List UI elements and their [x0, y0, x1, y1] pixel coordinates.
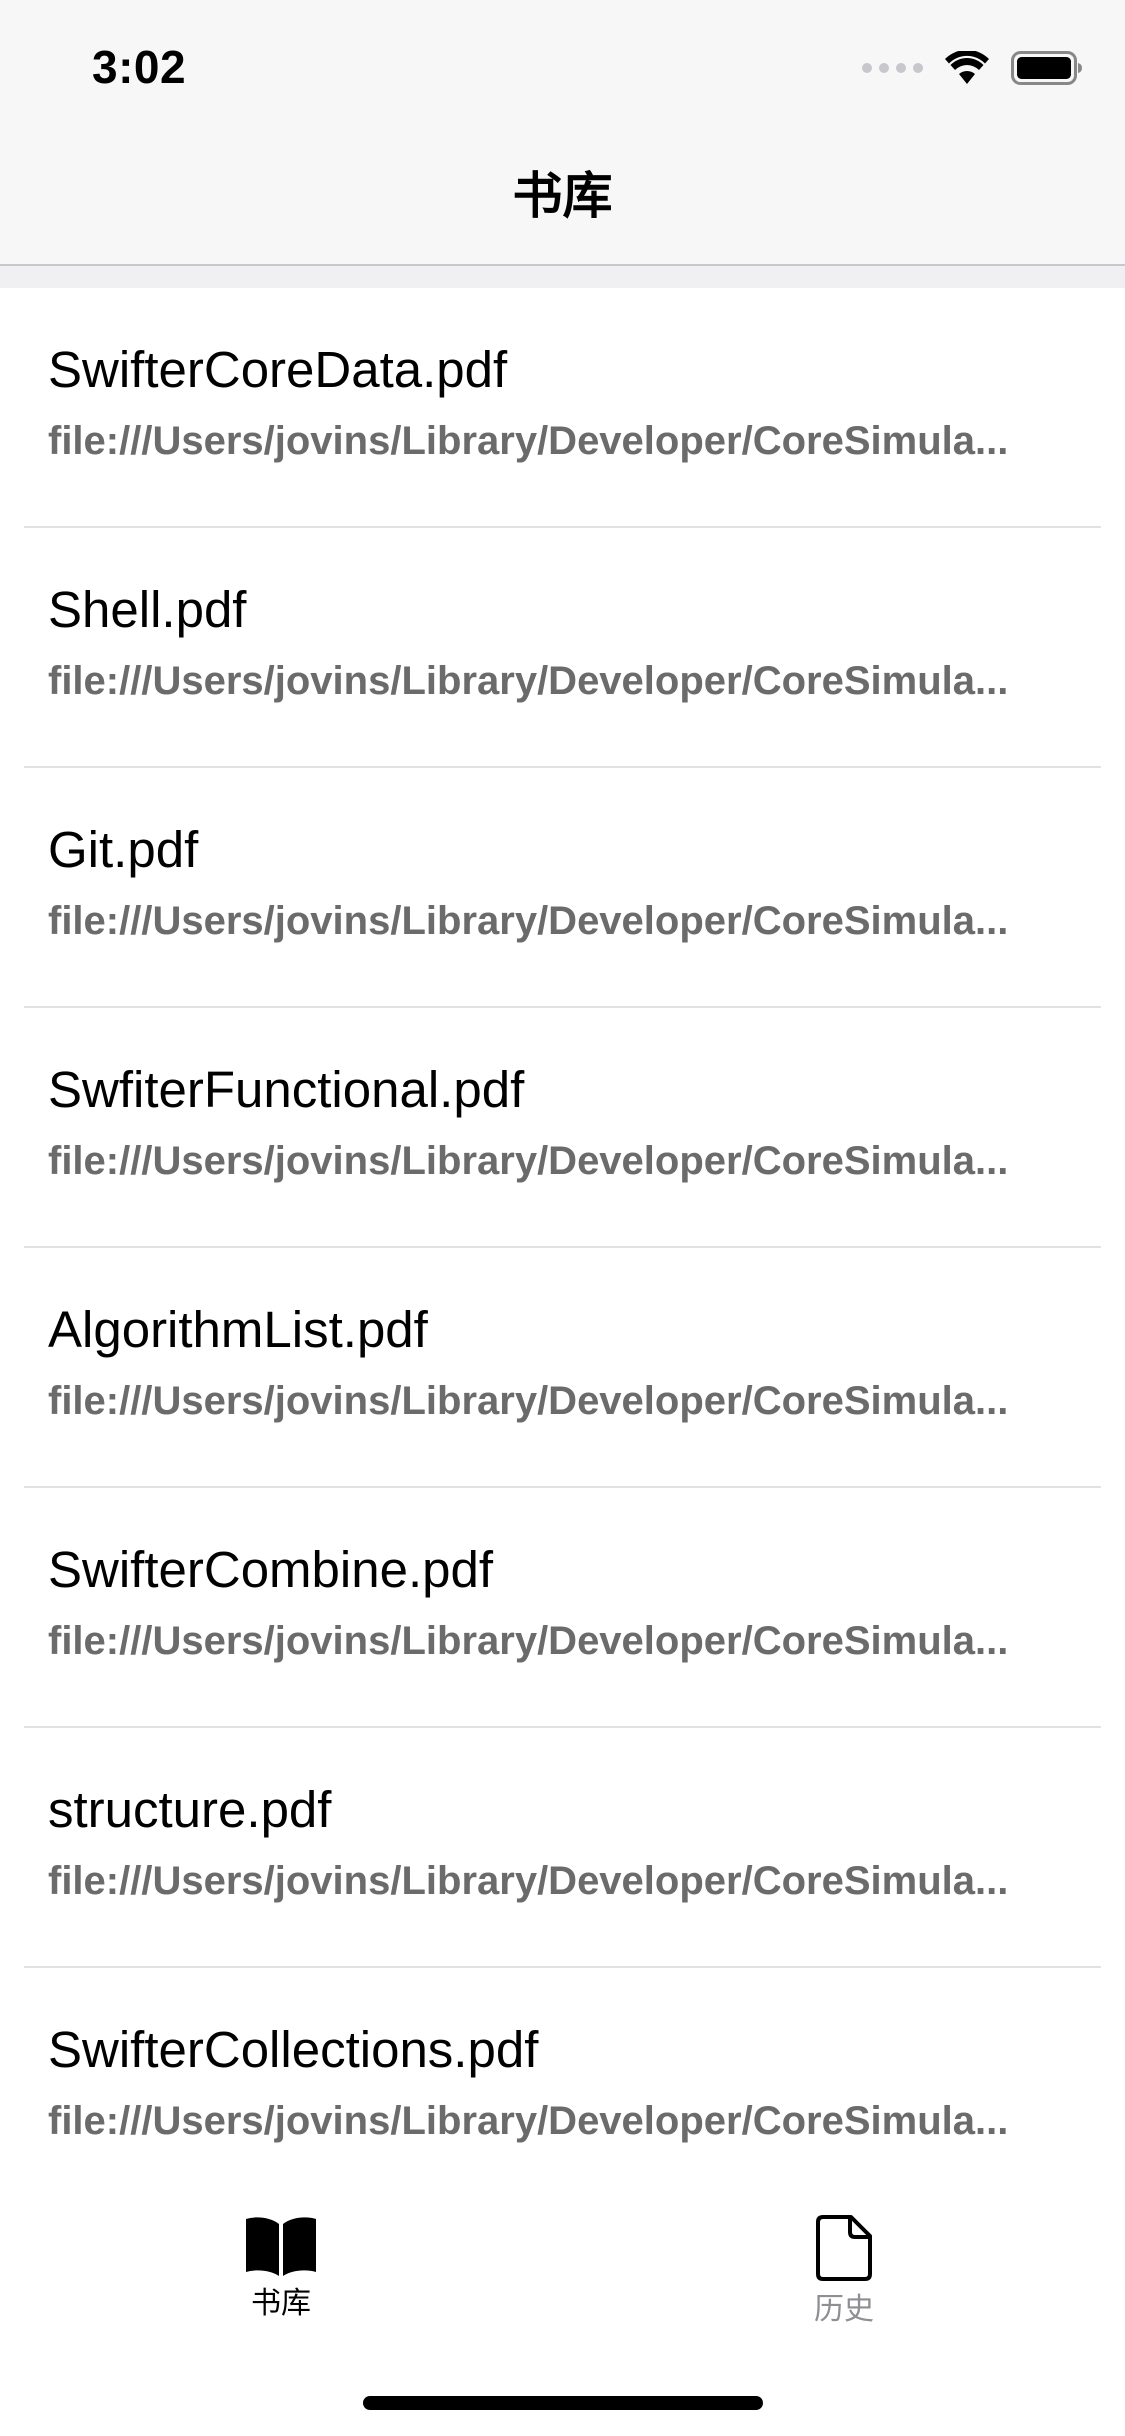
section-gap [0, 266, 1125, 288]
list-item-path: file:///Users/jovins/Library/Developer/C… [48, 659, 1009, 703]
tab-label: 历史 [814, 2293, 874, 2326]
document-icon [816, 2215, 872, 2281]
list-item-title: SwifterCollections.pdf [48, 2021, 539, 2078]
list-item-path: file:///Users/jovins/Library/Developer/C… [48, 899, 1009, 943]
status-icons [862, 46, 1083, 90]
home-indicator [363, 2396, 763, 2410]
list-item[interactable]: SwfiterFunctional.pdf file:///Users/jovi… [0, 1008, 1125, 1248]
list-item[interactable]: structure.pdf file:///Users/jovins/Libra… [0, 1728, 1125, 1968]
status-time: 3:02 [92, 41, 187, 93]
navigation-bar: 3:02 书库 [0, 0, 1125, 266]
list-item-path: file:///Users/jovins/Library/Developer/C… [48, 1619, 1009, 1663]
list-item-title: SwifterCombine.pdf [48, 1541, 494, 1598]
list-item-title: Shell.pdf [48, 581, 247, 638]
page-title: 书库 [512, 168, 613, 224]
list-item-path: file:///Users/jovins/Library/Developer/C… [48, 419, 1009, 463]
list-item-title: structure.pdf [48, 1781, 332, 1838]
wifi-icon [945, 51, 989, 84]
file-list: SwifterCoreData.pdf file:///Users/jovins… [0, 288, 1125, 2208]
list-item-title: SwifterCoreData.pdf [48, 341, 508, 398]
cellular-signal-icon [862, 63, 923, 73]
list-item[interactable]: SwifterCombine.pdf file:///Users/jovins/… [0, 1488, 1125, 1728]
list-item-title: SwfiterFunctional.pdf [48, 1061, 525, 1118]
tab-library[interactable]: 书库 [181, 2214, 381, 2322]
list-item-path: file:///Users/jovins/Library/Developer/C… [48, 2099, 1009, 2143]
list-item[interactable]: AlgorithmList.pdf file:///Users/jovins/L… [0, 1248, 1125, 1488]
tab-history[interactable]: 历史 [744, 2214, 944, 2328]
list-item-path: file:///Users/jovins/Library/Developer/C… [48, 1379, 1009, 1423]
list-item[interactable]: SwifterCoreData.pdf file:///Users/jovins… [0, 288, 1125, 528]
list-item-title: AlgorithmList.pdf [48, 1301, 428, 1358]
tab-label: 书库 [251, 2287, 311, 2320]
list-item-path: file:///Users/jovins/Library/Developer/C… [48, 1139, 1009, 1183]
list-item[interactable]: Shell.pdf file:///Users/jovins/Library/D… [0, 528, 1125, 768]
screen: 3:02 书库 SwifterCoreData.pdf file:///User… [0, 0, 1125, 2436]
battery-icon [1011, 51, 1082, 85]
list-item-path: file:///Users/jovins/Library/Developer/C… [48, 1859, 1009, 1903]
tab-bar: 书库 历史 [0, 2160, 1125, 2436]
list-item-title: Git.pdf [48, 821, 199, 878]
book-icon [246, 2217, 316, 2276]
list-item[interactable]: Git.pdf file:///Users/jovins/Library/Dev… [0, 768, 1125, 1008]
